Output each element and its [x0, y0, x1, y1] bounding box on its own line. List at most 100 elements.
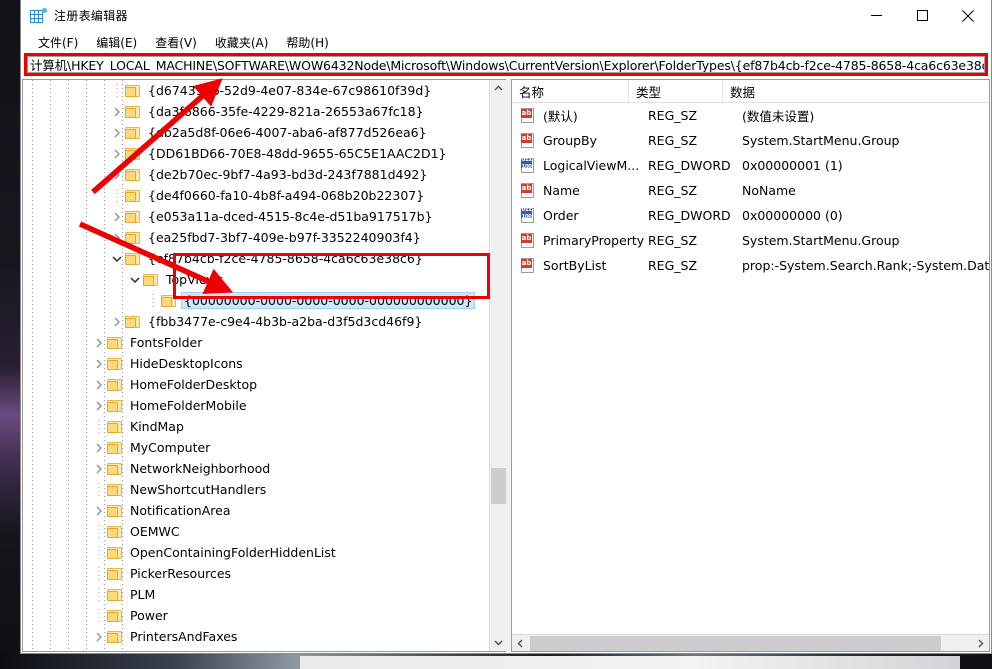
menu-edit[interactable]: 编辑(E): [87, 32, 146, 53]
tree-leaf-connector: [91, 566, 107, 582]
minimize-button[interactable]: [853, 0, 899, 31]
value-data: NoName: [742, 183, 989, 198]
tree-item[interactable]: KindMap: [23, 416, 489, 437]
value-type: REG_DWORD: [648, 158, 742, 173]
chevron-down-icon[interactable]: [127, 272, 143, 288]
tree-item[interactable]: Power: [23, 605, 489, 626]
column-type[interactable]: 类型: [629, 80, 723, 102]
registry-tree-pane: {d674391b-52d9-4e07-834e-67c98610f39d}{d…: [22, 79, 506, 652]
tree-item[interactable]: HomeFolderMobile: [23, 395, 489, 416]
folder-icon: [107, 609, 123, 623]
registry-values-list[interactable]: ab(默认)REG_SZ(数值未设置)abGroupByREG_SZSystem…: [512, 103, 989, 278]
tree-item[interactable]: FontsFolder: [23, 332, 489, 353]
tree-item[interactable]: {fbb3477e-c9e4-4b3b-a2ba-d3f5d3cd46f9}: [23, 311, 489, 332]
menu-view[interactable]: 查看(V): [146, 32, 206, 53]
registry-tree[interactable]: {d674391b-52d9-4e07-834e-67c98610f39d}{d…: [23, 80, 489, 651]
tree-item[interactable]: PLM: [23, 584, 489, 605]
chevron-right-icon[interactable]: [91, 377, 107, 393]
scroll-left-icon[interactable]: [512, 635, 529, 652]
menu-favorites[interactable]: 收藏夹(A): [206, 32, 278, 53]
tree-leaf-connector: [91, 482, 107, 498]
tree-item[interactable]: HomeFolderDesktop: [23, 374, 489, 395]
scroll-right-icon[interactable]: [972, 635, 989, 652]
value-data: 0x00000000 (0): [742, 208, 989, 223]
tree-item[interactable]: OEMWC: [23, 521, 489, 542]
tree-item[interactable]: TopViews: [23, 269, 489, 290]
tree-item[interactable]: {da3f6866-35fe-4229-821a-26553a67fc18}: [23, 101, 489, 122]
chevron-right-icon[interactable]: [91, 398, 107, 414]
tree-item[interactable]: PickerResources: [23, 563, 489, 584]
chevron-right-icon[interactable]: [91, 461, 107, 477]
tree-item-label: {fbb3477e-c9e4-4b3b-a2ba-d3f5d3cd46f9}: [145, 313, 425, 330]
tree-item[interactable]: NotificationArea: [23, 500, 489, 521]
value-row[interactable]: abPrimaryPropertyREG_SZSystem.StartMenu.…: [512, 228, 989, 253]
chevron-right-icon[interactable]: [109, 125, 125, 141]
chevron-right-icon[interactable]: [109, 167, 125, 183]
chevron-right-icon[interactable]: [109, 146, 125, 162]
tree-item-label: OpenContainingFolderHiddenList: [127, 544, 339, 561]
value-data: 0x00000001 (1): [742, 158, 989, 173]
tree-item[interactable]: {DD61BD66-70E8-48dd-9655-65C5E1AAC2D1}: [23, 143, 489, 164]
address-bar[interactable]: 计算机\HKEY_LOCAL_MACHINE\SOFTWARE\WOW6432N…: [27, 56, 985, 73]
tree-item[interactable]: PublishingWizard: [23, 647, 489, 651]
tree-item-selected[interactable]: {00000000-0000-0000-0000-000000000000}: [23, 290, 489, 311]
tree-item-label: PublishingWizard: [127, 649, 240, 651]
tree-item[interactable]: {e053a11a-dced-4515-8c4e-d51ba917517b}: [23, 206, 489, 227]
value-row[interactable]: 011100OrderREG_DWORD0x00000000 (0): [512, 203, 989, 228]
scroll-down-icon[interactable]: [490, 634, 506, 651]
tree-item[interactable]: {d674391b-52d9-4e07-834e-67c98610f39d}: [23, 80, 489, 101]
chevron-right-icon[interactable]: [109, 230, 125, 246]
tree-item-label: {ef87b4cb-f2ce-4785-8658-4ca6c63e38c6}: [145, 250, 426, 267]
menu-file[interactable]: 文件(F): [29, 32, 87, 53]
folder-icon: [161, 294, 177, 308]
chevron-right-icon[interactable]: [91, 440, 107, 456]
chevron-right-icon[interactable]: [91, 629, 107, 645]
tree-scrollbar-thumb[interactable]: [491, 468, 506, 504]
close-button[interactable]: [945, 0, 991, 31]
tree-leaf-connector: [91, 545, 107, 561]
scroll-up-icon[interactable]: [490, 80, 506, 97]
column-data[interactable]: 数据: [723, 80, 989, 102]
value-name: LogicalViewM...: [543, 158, 648, 173]
menu-help[interactable]: 帮助(H): [277, 32, 337, 53]
maximize-button[interactable]: [899, 0, 945, 31]
tree-item[interactable]: {de2b70ec-9bf7-4a93-bd3d-243f7881d492}: [23, 164, 489, 185]
tree-item[interactable]: {ef87b4cb-f2ce-4785-8658-4ca6c63e38c6}: [23, 248, 489, 269]
folder-icon: [107, 462, 123, 476]
folder-icon: [125, 147, 141, 161]
tree-item[interactable]: MyComputer: [23, 437, 489, 458]
value-row[interactable]: ab(默认)REG_SZ(数值未设置): [512, 103, 989, 128]
tree-leaf-connector: [109, 188, 125, 204]
value-row[interactable]: abSortByListREG_SZprop:-System.Search.Ra…: [512, 253, 989, 278]
tree-item-label: NetworkNeighborhood: [127, 460, 273, 477]
value-row[interactable]: abNameREG_SZNoName: [512, 178, 989, 203]
chevron-right-icon[interactable]: [91, 503, 107, 519]
value-name: GroupBy: [543, 133, 648, 148]
chevron-right-icon[interactable]: [109, 314, 125, 330]
tree-item[interactable]: NetworkNeighborhood: [23, 458, 489, 479]
value-row[interactable]: abGroupByREG_SZSystem.StartMenu.Group: [512, 128, 989, 153]
chevron-right-icon[interactable]: [109, 104, 125, 120]
tree-item[interactable]: {ea25fbd7-3bf7-409e-b97f-3352240903f4}: [23, 227, 489, 248]
chevron-right-icon[interactable]: [91, 335, 107, 351]
value-data: (数值未设置): [742, 106, 989, 125]
tree-item[interactable]: HideDesktopIcons: [23, 353, 489, 374]
value-type: REG_SZ: [648, 108, 742, 123]
tree-item[interactable]: OpenContainingFolderHiddenList: [23, 542, 489, 563]
tree-item-label: OEMWC: [127, 523, 183, 540]
values-scrollbar-thumb[interactable]: [530, 636, 941, 651]
chevron-right-icon[interactable]: [91, 356, 107, 372]
column-name[interactable]: 名称: [512, 80, 629, 102]
tree-item[interactable]: PrintersAndFaxes: [23, 626, 489, 647]
values-horizontal-scrollbar[interactable]: [512, 634, 989, 651]
tree-item[interactable]: NewShortcutHandlers: [23, 479, 489, 500]
chevron-right-icon[interactable]: [91, 650, 107, 652]
value-row[interactable]: 011100LogicalViewM...REG_DWORD0x00000001…: [512, 153, 989, 178]
tree-item[interactable]: {de4f0660-fa10-4b8f-a494-068b20b22307}: [23, 185, 489, 206]
chevron-down-icon[interactable]: [109, 251, 125, 267]
menu-bar: 文件(F) 编辑(E) 查看(V) 收藏夹(A) 帮助(H): [21, 31, 991, 53]
tree-vertical-scrollbar[interactable]: [489, 80, 506, 651]
chevron-right-icon[interactable]: [109, 209, 125, 225]
tree-item[interactable]: {db2a5d8f-06e6-4007-aba6-af877d526ea6}: [23, 122, 489, 143]
registry-editor-window: 注册表编辑器 文件(F) 编辑(E) 查看(V) 收藏夹(A) 帮助(H) 计算…: [20, 0, 992, 654]
